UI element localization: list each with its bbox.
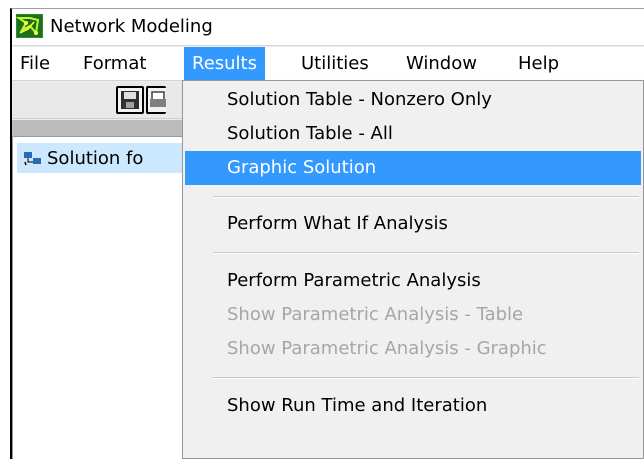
menu-separator <box>213 252 639 254</box>
menu-item-solution-table-nonzero[interactable]: Solution Table - Nonzero Only <box>185 83 641 117</box>
menu-results[interactable]: Results <box>184 47 265 81</box>
menu-item-parametric-table: Show Parametric Analysis - Table <box>227 304 524 325</box>
results-dropdown-menu: Solution Table - Nonzero Only Solution T… <box>182 80 644 459</box>
menu-item-parametric-graphic: Show Parametric Analysis - Graphic <box>227 338 547 359</box>
menu-bar: File Format Results Utilities Window Hel… <box>12 47 644 81</box>
tree-item-label: Solution fo <box>47 147 144 169</box>
window-title: Network Modeling <box>50 16 213 37</box>
menu-format[interactable]: Format <box>75 47 154 81</box>
menu-item-solution-table-all[interactable]: Solution Table - All <box>185 117 641 151</box>
menu-utilities[interactable]: Utilities <box>293 47 377 81</box>
menu-separator <box>213 196 639 198</box>
save-button[interactable] <box>116 86 144 114</box>
menu-item-parametric-analysis[interactable]: Perform Parametric Analysis <box>185 264 641 298</box>
print-button[interactable] <box>146 86 166 114</box>
menu-item-what-if-analysis[interactable]: Perform What If Analysis <box>185 207 641 241</box>
menu-file[interactable]: File <box>12 47 58 81</box>
menu-separator <box>213 377 639 379</box>
print-icon <box>150 91 166 107</box>
save-icon <box>121 91 139 109</box>
title-bar: Network Modeling <box>12 9 644 46</box>
menu-help[interactable]: Help <box>510 47 567 81</box>
menu-item-graphic-solution[interactable]: Graphic Solution <box>185 151 641 185</box>
menu-item-run-time-iteration[interactable]: Show Run Time and Iteration <box>185 389 641 423</box>
network-modeling-app-icon[interactable] <box>15 14 43 38</box>
network-icon <box>23 150 43 166</box>
menu-window[interactable]: Window <box>398 47 485 81</box>
